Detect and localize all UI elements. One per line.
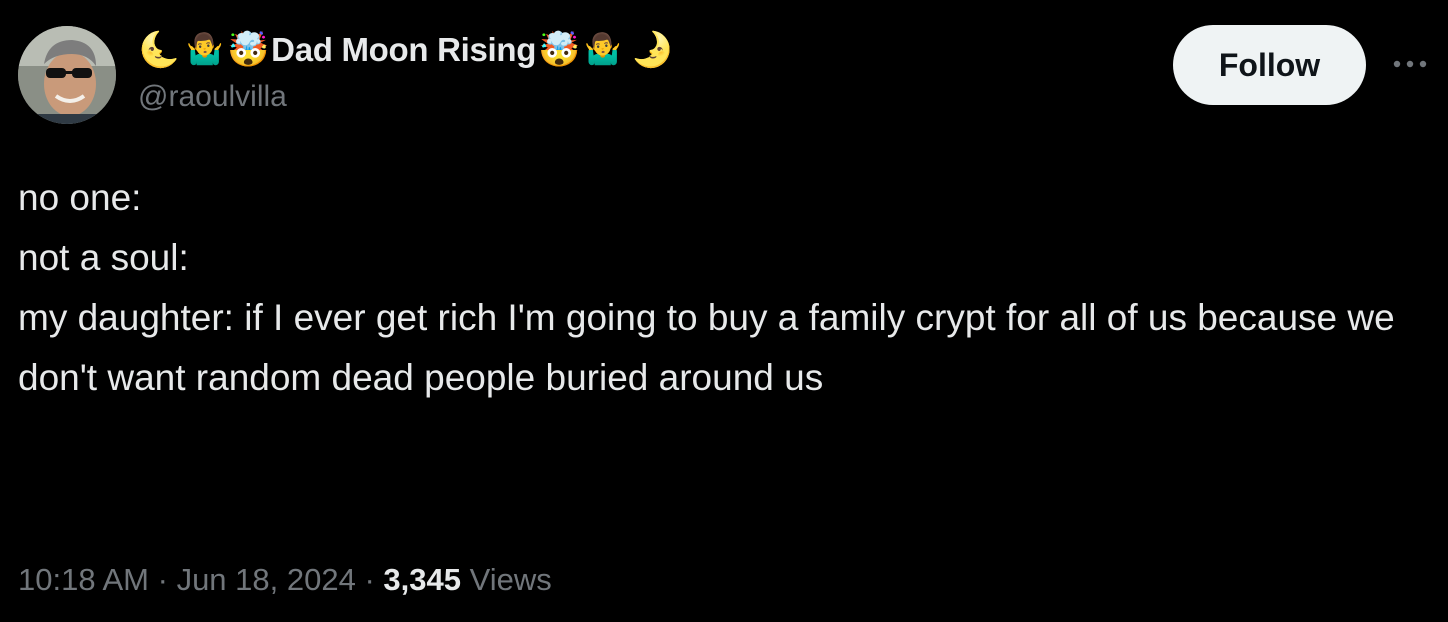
moon-face-icon: 🌛 [631, 30, 674, 70]
display-name[interactable]: 🌜 🤷‍♂️ 🤯 Dad Moon Rising 🤯 🤷‍♂️ 🌛 [138, 26, 674, 74]
shrug-icon: 🤷‍♂️ [584, 32, 622, 67]
user-handle[interactable]: @raoulvilla [138, 80, 287, 114]
exploding-head-icon: 🤯 [227, 30, 270, 70]
tweet-line: not a soul: [18, 237, 189, 278]
display-name-text: Dad Moon Rising [271, 31, 537, 68]
tweet-line: no one: [18, 177, 142, 218]
meta-separator: · [157, 562, 168, 597]
tweet-time[interactable]: 10:18 AM [18, 562, 149, 597]
moon-face-icon: 🌜 [138, 30, 181, 70]
shrug-icon: 🤷‍♂️ [186, 32, 224, 67]
views-count: 3,345 [383, 562, 461, 597]
tweet-meta: 10:18 AM · Jun 18, 2024 · 3,345 Views [18, 562, 552, 598]
views-label: Views [469, 562, 552, 597]
meta-separator: · [364, 562, 375, 597]
follow-button[interactable]: Follow [1173, 25, 1366, 105]
exploding-head-icon: 🤯 [538, 30, 581, 70]
tweet-date[interactable]: Jun 18, 2024 [177, 562, 356, 597]
tweet-line: my daughter: if I ever get rich I'm goin… [18, 297, 1405, 398]
more-horizontal-icon[interactable] [1386, 44, 1434, 84]
avatar[interactable] [18, 26, 116, 124]
tweet-card: 🌜 🤷‍♂️ 🤯 Dad Moon Rising 🤯 🤷‍♂️ 🌛 @raoul… [0, 0, 1448, 622]
tweet-text: no one: not a soul: my daughter: if I ev… [18, 168, 1418, 408]
